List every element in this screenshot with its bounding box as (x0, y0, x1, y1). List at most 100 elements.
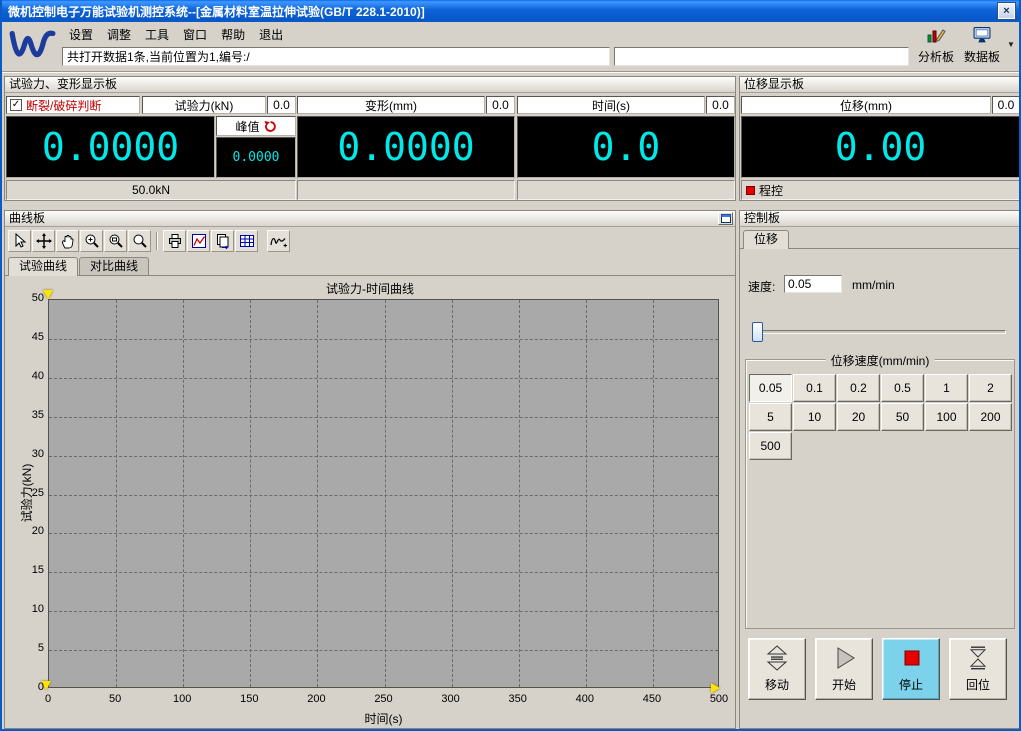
x-tick-label: 0 (28, 693, 68, 705)
zoom-window-icon[interactable] (104, 230, 127, 252)
y-tick-label: 10 (10, 603, 44, 615)
status-field-secondary (614, 47, 909, 66)
speed-option-5[interactable]: 5 (749, 403, 792, 431)
move-button[interactable]: 移动 (748, 638, 806, 700)
break-judge-cell: ✓ 断裂/破碎判断 (6, 96, 140, 114)
speed-unit-label: mm/min (852, 278, 895, 292)
menu-item-5[interactable]: 帮助 (214, 24, 252, 45)
start-button-label: 开始 (832, 676, 856, 693)
speed-input[interactable] (784, 275, 842, 293)
stop-button[interactable]: 停止 (882, 638, 940, 700)
analysis-board-button[interactable]: 分析板 (914, 26, 958, 68)
x-tick-label: 200 (296, 693, 336, 705)
speed-option-0.5[interactable]: 0.5 (881, 374, 924, 402)
data-board-button[interactable]: 数据板 (960, 26, 1004, 68)
speed-option-50[interactable]: 50 (881, 403, 924, 431)
title-bar[interactable]: 微机控制电子万能试验机测控系统--[金属材料室温拉伸试验(GB/T 228.1-… (2, 0, 1021, 22)
header-separator (2, 71, 1021, 73)
gridline-horizontal (49, 456, 718, 457)
time-display: 0.0 (517, 116, 735, 178)
speed-option-0.1[interactable]: 0.1 (793, 374, 836, 402)
curve-tab-2[interactable]: 对比曲线 (79, 257, 149, 275)
peak-refresh-icon[interactable] (264, 120, 277, 133)
time-header: 时间(s) (517, 96, 705, 114)
speed-option-500[interactable]: 500 (749, 432, 792, 460)
control-tabs: 位移 (740, 229, 1020, 249)
speed-option-2[interactable]: 2 (969, 374, 1012, 402)
speed-option-100[interactable]: 100 (925, 403, 968, 431)
y-tick-label: 45 (10, 331, 44, 343)
move-cross-icon[interactable] (32, 230, 55, 252)
speed-option-20[interactable]: 20 (837, 403, 880, 431)
gridline-vertical (317, 300, 318, 687)
gridline-horizontal (49, 650, 718, 651)
force-header: 试验力(kN) (142, 96, 266, 114)
analysis-board-label: 分析板 (918, 48, 954, 65)
x-tick-label: 150 (229, 693, 269, 705)
toolbar-dropdown-icon[interactable]: ▼ (1007, 40, 1015, 49)
data-table-icon[interactable] (235, 230, 258, 252)
y-axis-top-marker (43, 290, 53, 299)
curve-tab-1[interactable]: 试验曲线 (8, 257, 78, 276)
close-button[interactable]: × (998, 3, 1015, 19)
displacement-panel-title: 位移显示板 (740, 77, 1020, 93)
menu-item-3[interactable]: 工具 (138, 24, 176, 45)
annotation-icon[interactable] (267, 230, 290, 252)
speed-slider-thumb[interactable] (752, 322, 763, 342)
pointer-icon[interactable] (8, 230, 31, 252)
zoom-in-icon[interactable] (80, 230, 103, 252)
display-panel: 试验力、变形显示板 ✓ 断裂/破碎判断 试验力(kN) 0.0 变形(mm) 0… (4, 76, 736, 201)
home-button-label: 回位 (966, 676, 990, 693)
home-button[interactable]: 回位 (949, 638, 1007, 700)
report-export-icon[interactable] (211, 230, 234, 252)
x-tick-label: 300 (431, 693, 471, 705)
gridline-horizontal (49, 339, 718, 340)
data-board-label: 数据板 (964, 48, 1000, 65)
chart: 试验力-时间曲线 时间(s) 试验力(kN) 05010015020025030… (5, 277, 735, 728)
menu-item-4[interactable]: 窗口 (176, 24, 214, 45)
status-field: 共打开数据1条,当前位置为1,编号:/ (62, 47, 610, 66)
peak-button[interactable]: 峰值 (216, 116, 296, 136)
status-text: 共打开数据1条,当前位置为1,编号:/ (67, 48, 250, 65)
speed-button-grid: 0.050.10.20.512 5102050100200 500 (749, 374, 1013, 460)
displacement-small-value: 0.0 (992, 96, 1020, 114)
curve-toolbar (5, 228, 735, 254)
gridline-horizontal (49, 533, 718, 534)
speed-option-0.2[interactable]: 0.2 (837, 374, 880, 402)
start-icon (829, 645, 859, 674)
break-judge-checkbox[interactable]: ✓ (10, 99, 22, 111)
speed-option-1[interactable]: 1 (925, 374, 968, 402)
program-control-label: 程控 (759, 182, 783, 199)
tab-displacement[interactable]: 位移 (743, 230, 789, 249)
y-tick-label: 5 (10, 642, 44, 654)
start-button[interactable]: 开始 (815, 638, 873, 700)
gridline-vertical (116, 300, 117, 687)
curve-setting-icon[interactable] (187, 230, 210, 252)
zoom-icon[interactable] (128, 230, 151, 252)
break-judge-label: 断裂/破碎判断 (26, 97, 101, 114)
pan-hand-icon[interactable] (56, 230, 79, 252)
speed-option-0.05[interactable]: 0.05 (749, 374, 792, 402)
gridline-horizontal (49, 417, 718, 418)
speed-option-10[interactable]: 10 (793, 403, 836, 431)
force-small-value: 0.0 (267, 96, 296, 114)
force-range-label: 50.0kN (6, 180, 296, 200)
program-control-led (746, 186, 755, 195)
gridline-vertical (653, 300, 654, 687)
displacement-panel: 位移显示板 位移(mm) 0.0 0.00 程控 (739, 76, 1021, 201)
menu-item-2[interactable]: 调整 (100, 24, 138, 45)
print-icon[interactable] (163, 230, 186, 252)
speed-option-200[interactable]: 200 (969, 403, 1012, 431)
undock-button[interactable] (718, 212, 733, 225)
y-tick-label: 35 (10, 409, 44, 421)
plot-area[interactable] (48, 299, 719, 688)
speed-groupbox: 位移速度(mm/min) 0.050.10.20.512510205010020… (745, 359, 1015, 629)
gridline-horizontal (49, 378, 718, 379)
speed-slider-track[interactable] (754, 330, 1006, 334)
curve-panel-title: 曲线板 (5, 211, 735, 227)
menu-item-1[interactable]: 设置 (62, 24, 100, 45)
toolbar-separator (156, 232, 158, 250)
y-tick-label: 15 (10, 564, 44, 576)
menu-item-6[interactable]: 退出 (252, 24, 290, 45)
force-display: 0.0000 (6, 116, 215, 178)
